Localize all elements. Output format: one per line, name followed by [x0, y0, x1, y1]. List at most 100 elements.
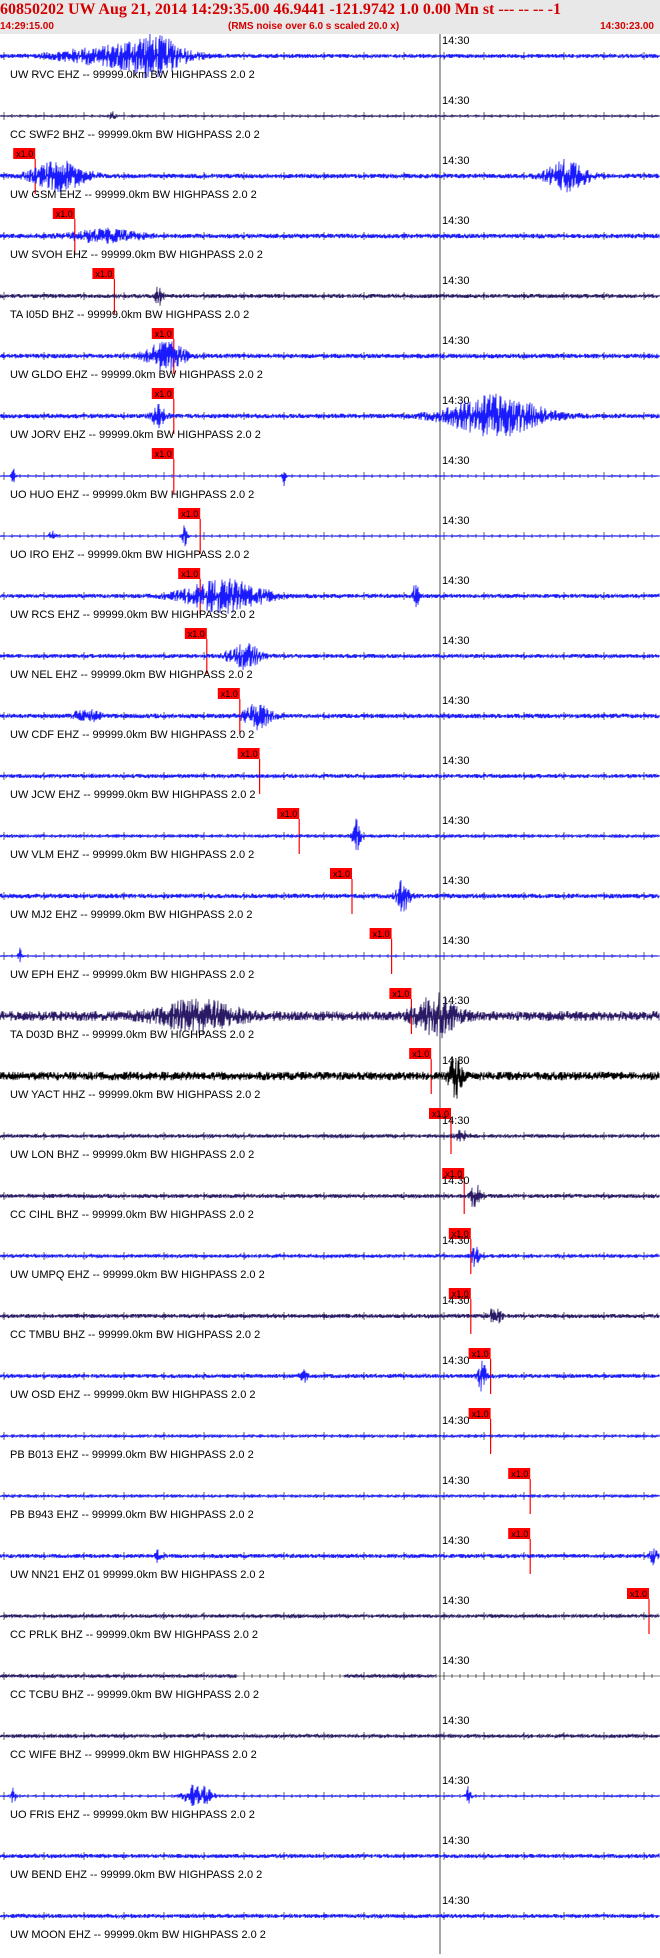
channel-panel: 14:30 TA I05D BHZ -- 99999.0km BW HIGHPAS… — [0, 274, 660, 374]
minute-label: 14:30 — [442, 1295, 470, 1307]
channel-panel: 14:30 UW GLDO EHZ -- 99999.0km BW HIGHPAS… — [0, 334, 660, 434]
channel-label: UW NN21 EHZ 01 99999.0km BW HIGHPASS 2.0… — [10, 1569, 265, 1581]
waveform — [0, 1360, 660, 1392]
channel-label: UO IRO EHZ -- 99999.0km BW HIGHPASS 2.0 … — [10, 549, 249, 561]
pick-label: x1.0 — [392, 989, 409, 999]
channel-panel: 14:30 UW UMPQ EHZ -- 99999.0km BW HIGHPAS… — [0, 1234, 660, 1334]
seismogram-panel: 14:30 UW RVC EHZ -- 99999.0km BW HIGHPASS… — [0, 34, 660, 1954]
pick-label: x1.0 — [155, 449, 172, 459]
channel-panel: 14:30 PB B943 EHZ -- 99999.0km BW HIGHPAS… — [0, 1474, 660, 1574]
channel-label: UW JCW EHZ -- 99999.0km BW HIGHPASS 2.0 … — [10, 789, 256, 801]
pick-label: x1.0 — [333, 869, 350, 879]
channel-panel: 14:30 UW RVC EHZ -- 99999.0km BW HIGHPASS… — [0, 34, 660, 94]
channel-panel: 14:30 UW NN21 EHZ 01 99999.0km BW HIGHPAS… — [0, 1534, 660, 1634]
channel-panel: 14:30 CC WIFE BHZ -- 99999.0km BW HIGHPAS… — [0, 1714, 660, 1774]
minute-label: 14:30 — [442, 635, 470, 647]
channel-label: PB B943 EHZ -- 99999.0km BW HIGHPASS 2.0… — [10, 1509, 254, 1521]
channel-label: UW NEL EHZ -- 99999.0km BW HIGHPASS 2.0 … — [10, 669, 253, 681]
channel-panel: 14:30 CC TMBU BHZ -- 99999.0km BW HIGHPAS… — [0, 1294, 660, 1394]
channel-panel: 14:30 UW CDF EHZ -- 99999.0km BW HIGHPASS… — [0, 694, 660, 794]
pick-label: x1.0 — [181, 509, 198, 519]
channel-label: UW LON BHZ -- 99999.0km BW HIGHPASS 2.0 … — [10, 1149, 254, 1161]
minute-label: 14:30 — [442, 1475, 470, 1487]
channel-label: UW OSD EHZ -- 99999.0km BW HIGHPASS 2.0 … — [10, 1389, 256, 1401]
waveform — [0, 525, 660, 547]
channel-label: UW VLM EHZ -- 99999.0km BW HIGHPASS 2.0 … — [10, 849, 254, 861]
minute-label: 14:30 — [442, 575, 470, 587]
channel-label: UW SVOH EHZ -- 99999.0km BW HIGHPASS 2.0… — [10, 249, 263, 261]
waveform — [0, 947, 660, 963]
waveform — [0, 1308, 660, 1324]
channel-label: UW GLDO EHZ -- 99999.0km BW HIGHPASS 2.0… — [10, 369, 263, 381]
pick-label: x1.0 — [280, 809, 297, 819]
channel-label: UW UMPQ EHZ -- 99999.0km BW HIGHPASS 2.0… — [10, 1269, 265, 1281]
pick-label: x1.0 — [221, 689, 238, 699]
channel-label: CC PRLK BHZ -- 99999.0km BW HIGHPASS 2.0… — [10, 1629, 258, 1641]
waveform — [0, 1732, 660, 1740]
minute-label: 14:30 — [442, 395, 470, 407]
event-title: 60850202 UW Aug 21, 2014 14:29:35.00 46.… — [0, 1, 561, 18]
minute-label: 14:30 — [442, 1895, 470, 1907]
waveform — [0, 111, 660, 120]
minute-label: 14:30 — [442, 1715, 470, 1727]
minute-label: 14:30 — [442, 1415, 470, 1427]
channel-label: UO HUO EHZ -- 99999.0km BW HIGHPASS 2.0 … — [10, 489, 254, 501]
waveform — [0, 879, 660, 912]
channel-panel: 14:30 CC TCBU BHZ -- 99999.0km BW HIGHPAS… — [0, 1654, 660, 1714]
channel-panel: 14:30 UW JCW EHZ -- 99999.0km BW HIGHPASS… — [0, 754, 660, 854]
waveform — [0, 286, 660, 306]
channel-label: UO FRIS EHZ -- 99999.0km BW HIGHPASS 2.0… — [10, 1809, 255, 1821]
waveform — [0, 1433, 660, 1439]
minute-label: 14:30 — [442, 1775, 470, 1787]
pick-label: x1.0 — [373, 929, 390, 939]
minute-label: 14:30 — [442, 215, 470, 227]
minute-label: 14:30 — [442, 1355, 470, 1367]
pick-label: x1.0 — [56, 209, 73, 219]
waveform — [0, 341, 660, 372]
channel-label: UW BEND EHZ -- 99999.0km BW HIGHPASS 2.0… — [10, 1869, 262, 1881]
minute-label: 14:30 — [442, 755, 470, 767]
minute-label: 14:30 — [442, 1235, 470, 1247]
waveform — [0, 1612, 660, 1620]
channel-label: UW RCS EHZ -- 99999.0km BW HIGHPASS 2.0 … — [10, 609, 255, 621]
channel-panel: 14:30 UW OSD EHZ -- 99999.0km BW HIGHPASS… — [0, 1354, 660, 1454]
channel-panel: 14:30 UW BEND EHZ -- 99999.0km BW HIGHPAS… — [0, 1834, 660, 1894]
channel-label: CC TMBU BHZ -- 99999.0km BW HIGHPASS 2.0… — [10, 1329, 260, 1341]
channel-label: UW RVC EHZ -- 99999.0km BW HIGHPASS 2.0 … — [10, 69, 255, 81]
pick-label: x1.0 — [511, 1529, 528, 1539]
pick-label: x1.0 — [472, 1349, 489, 1359]
pick-label: x1.0 — [511, 1469, 528, 1479]
channel-label: UW YACT HHZ -- 99999.0km BW HIGHPASS 2.0… — [10, 1089, 260, 1101]
channel-label: CC SWF2 BHZ -- 99999.0km BW HIGHPASS 2.0… — [10, 129, 260, 141]
start-time: 14:29:15.00 — [0, 21, 54, 32]
waveform — [0, 1246, 660, 1268]
channel-panel: 14:30 UW MOON EHZ -- 99999.0km BW HIGHPAS… — [0, 1894, 660, 1954]
channel-label: CC TCBU BHZ -- 99999.0km BW HIGHPASS 2.0… — [10, 1689, 259, 1701]
channel-panel: 14:30 UW YACT HHZ -- 99999.0km BW HIGHPAS… — [0, 1054, 660, 1154]
minute-label: 14:30 — [442, 815, 470, 827]
waveform — [0, 643, 660, 670]
waveform — [0, 1493, 660, 1499]
waveform — [0, 1912, 660, 1920]
channel-label: TA D03D BHZ -- 99999.0km BW HIGHPASS 2.0… — [10, 1029, 254, 1041]
pick-label: x1.0 — [241, 749, 258, 759]
pick-label: x1.0 — [472, 1409, 489, 1419]
header-bar: 60850202 UW Aug 21, 2014 14:29:35.00 46.… — [0, 0, 660, 34]
channel-panel: 14:30 UW MJ2 EHZ -- 99999.0km BW HIGHPASS… — [0, 874, 660, 974]
channel-label: CC WIFE BHZ -- 99999.0km BW HIGHPASS 2.0… — [10, 1749, 257, 1761]
channel-panel: 14:30 UW VLM EHZ -- 99999.0km BW HIGHPASS… — [0, 814, 660, 914]
channel-label: UW JORV EHZ -- 99999.0km BW HIGHPASS 2.0… — [10, 429, 261, 441]
pick-label: x1.0 — [155, 389, 172, 399]
minute-label: 14:30 — [442, 275, 470, 287]
minute-label: 14:30 — [442, 515, 470, 527]
channel-panel: 14:30 UW JORV EHZ -- 99999.0km BW HIGHPAS… — [0, 393, 660, 494]
waveform — [0, 1184, 660, 1208]
waveform — [0, 1852, 660, 1860]
channel-panel: 14:30 UW SVOH EHZ -- 99999.0km BW HIGHPAS… — [0, 214, 660, 314]
channel-label: UW MOON EHZ -- 99999.0km BW HIGHPASS 2.0… — [10, 1929, 266, 1941]
minute-label: 14:30 — [442, 1655, 470, 1667]
pick-label: x1.0 — [155, 329, 172, 339]
pick-label: x1.0 — [181, 569, 198, 579]
channel-panel: 14:30 UO IRO EHZ -- 99999.0km BW HIGHPASS… — [0, 514, 660, 614]
waveform — [0, 772, 660, 780]
